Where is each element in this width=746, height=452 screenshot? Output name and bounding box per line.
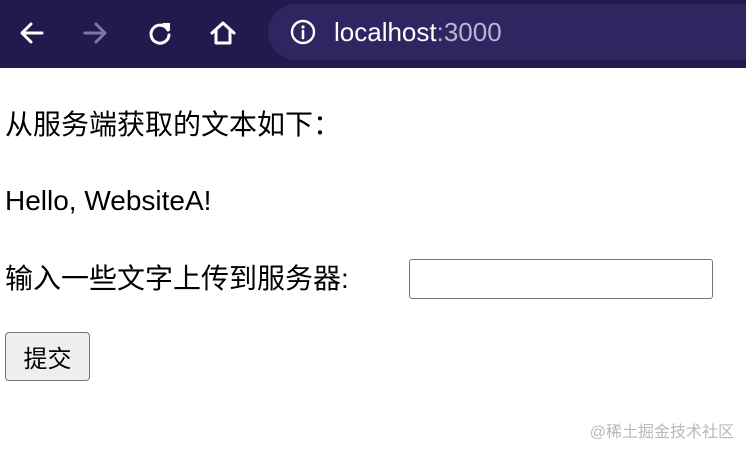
forward-arrow-icon: [83, 22, 107, 44]
url-host: localhost: [334, 17, 437, 47]
url-text[interactable]: localhost:3000: [334, 17, 502, 47]
url-port: :3000: [436, 17, 502, 47]
browser-toolbar: localhost:3000: [0, 0, 746, 68]
watermark: @稀土掘金技术社区: [589, 424, 734, 441]
reload-button[interactable]: [141, 14, 179, 52]
reload-icon: [149, 23, 171, 45]
back-button[interactable]: [13, 14, 51, 52]
back-arrow-icon: [20, 22, 44, 44]
server-text-heading: 从服务端获取的文本如下：: [5, 109, 342, 140]
server-text: Hello, WebsiteA!: [5, 185, 212, 216]
address-bar[interactable]: localhost:3000: [268, 4, 746, 60]
upload-text-input[interactable]: [409, 259, 713, 299]
submit-button[interactable]: 提交: [5, 332, 90, 381]
forward-button[interactable]: [76, 14, 114, 52]
home-button[interactable]: [204, 14, 242, 52]
input-label: 输入一些文字上传到服务器:: [5, 263, 349, 294]
home-icon: [210, 21, 236, 45]
info-icon[interactable]: [290, 19, 316, 45]
